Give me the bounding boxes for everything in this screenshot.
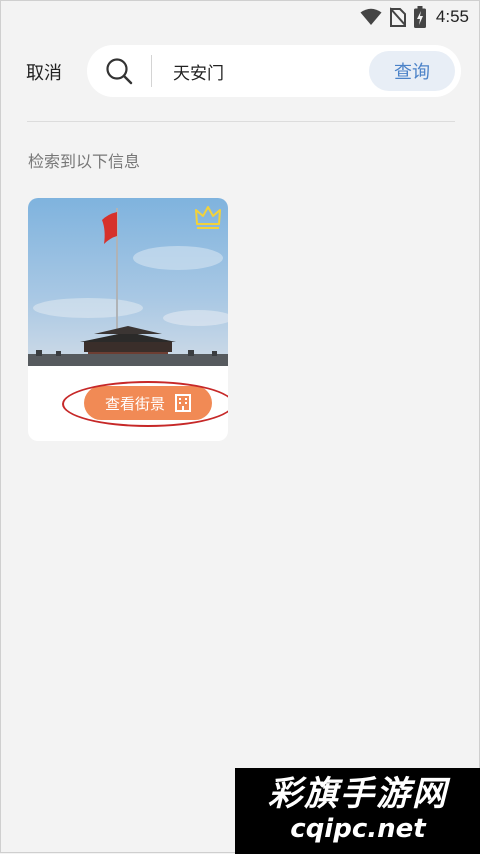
search-input[interactable] [173, 58, 353, 84]
watermark-title: 彩旗手游网 [268, 774, 448, 814]
view-street-view-label: 查看街景 [104, 394, 165, 413]
header-divider [27, 121, 455, 122]
cancel-button[interactable]: 取消 [26, 59, 62, 85]
search-icon[interactable] [105, 57, 133, 85]
status-time: 4:55 [435, 7, 469, 26]
search-box: 查询 [87, 45, 461, 97]
search-divider [151, 55, 152, 87]
crown-icon [195, 206, 221, 229]
query-button[interactable]: 查询 [369, 51, 455, 91]
watermark-subtitle: cqipc.net [290, 814, 426, 844]
battery-charging-icon [413, 6, 426, 28]
wifi-icon [360, 8, 382, 25]
results-label: 检索到以下信息 [28, 152, 141, 171]
status-bar: 4:55 [1, 1, 479, 33]
view-street-view-button[interactable]: 查看街景 [84, 386, 212, 420]
no-sim-icon [389, 7, 406, 27]
search-row: 取消 查询 [1, 45, 479, 97]
watermark: 彩旗手游网 cqipc.net [235, 768, 480, 854]
status-icons: 4:55 [360, 6, 469, 28]
building-icon [175, 394, 191, 412]
result-card[interactable]: 查看街景 [28, 198, 228, 441]
